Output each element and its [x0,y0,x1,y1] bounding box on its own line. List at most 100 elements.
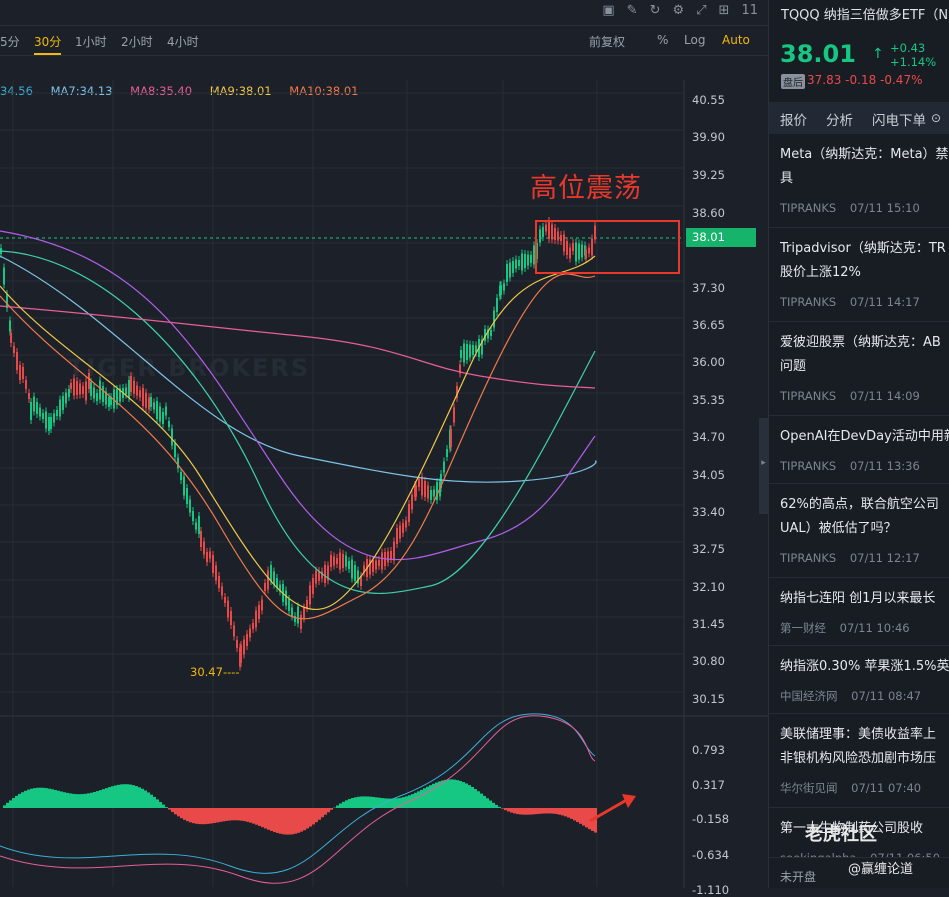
macd-bar [579,808,582,824]
macd-bar [45,788,48,808]
tab-analysis[interactable]: 分析 [826,109,853,129]
candle-body [415,486,417,497]
candle-body [396,528,398,544]
macd-bar [345,800,348,808]
macd-bar [63,792,66,808]
macd-bar [192,808,195,823]
candlestick-chart[interactable] [0,56,768,888]
macd-bar [33,788,36,808]
chart-icon[interactable]: ▣ [602,3,614,18]
candle-body [162,412,164,424]
candle-body [411,495,413,510]
macd-bar [36,788,39,808]
toolbar-count[interactable]: 11 [741,3,758,18]
macd-bar [474,789,477,808]
macd-bar [582,808,585,826]
candle-body [443,462,445,473]
news-item[interactable]: 纳指涨0.30% 苹果涨1.5%英中国经济网 07/11 08:47 [769,646,949,714]
macd-bar [198,808,201,824]
chart-pane[interactable]: ▣ ✎ ↻ ⚙ ⤢ ⊞ 11 5分 30分 1小时 2小时 4小时 前复权 % … [0,0,768,888]
macd-bar [18,794,21,808]
candle-body [159,407,161,422]
period-5m[interactable]: 5分 [0,33,20,50]
macd-bar [102,789,105,808]
macd-bar [27,790,30,808]
layout-icon[interactable]: ⊞ [719,3,730,18]
macd-bar [105,788,108,808]
percent-toggle[interactable]: % [657,33,668,47]
news-item[interactable]: 纳指七连阳 创1月以来最长第一财经 07/11 10:46 [769,578,949,646]
macd-bar [228,808,231,821]
macd-bar [144,790,147,808]
macd-bar [84,794,87,808]
fullscreen-icon[interactable]: ⤢ [696,3,706,18]
candle-body [142,388,144,406]
news-item[interactable]: Tripadvisor（纳斯达克：TR 股价上涨12%TIPRANKS 07/1… [769,228,949,322]
log-toggle[interactable]: Log [684,33,705,47]
news-title: Meta（纳斯达克：Meta）禁 具 [780,134,949,191]
candle-body [270,565,272,581]
candle-body [530,255,532,263]
candle-body [148,398,150,410]
news-item[interactable]: 美联储理事：美债收益率上 非银机构风险恐加剧市场压华尔街见闻 07/11 07:… [769,714,949,808]
draw-icon[interactable]: ✎ [627,3,638,18]
candle-body [493,311,495,328]
macd-bar [114,785,117,808]
moving-average-line [0,256,595,609]
settings-icon[interactable]: ⚙ [672,3,684,18]
adjust-select[interactable]: 前复权 [589,33,625,50]
macd-bar [540,808,543,814]
period-2h[interactable]: 2小时 [121,33,153,50]
macd-bar [321,808,324,817]
macd-bar [6,803,9,808]
tab-quick-order[interactable]: 闪电下单 [872,109,926,129]
candle-body [378,560,380,566]
macd-bar [282,808,285,834]
news-meta: 华尔街见闻 07/11 07:40 [780,771,949,797]
candle-body [288,599,290,611]
auto-toggle[interactable]: Auto [722,33,750,47]
price-tick: 36.65 [692,318,725,332]
candle-body [90,382,92,396]
candle-body [351,560,353,579]
macd-bar [30,789,33,808]
more-icon[interactable]: ⊙ [931,111,941,125]
news-item[interactable]: 爱彼迎股票（纳斯达克：AB 问题TIPRANKS 07/11 14:09 [769,322,949,416]
candle-body [460,350,462,358]
candle-body [28,393,30,399]
candle-body [50,417,52,429]
macd-bar [3,805,6,808]
candle-body [285,591,287,606]
price-tick: 37.30 [692,281,725,295]
candle-body [10,333,12,343]
collapse-handle[interactable]: ▸ [759,418,768,514]
tab-quote[interactable]: 报价 [780,109,807,129]
candle-body [518,260,520,266]
news-title: 美联储理事：美债收益率上 非银机构风险恐加剧市场压 [780,714,949,771]
macd-bar [207,808,210,824]
macd-bar [531,808,534,814]
candle-body [189,500,191,513]
macd-bar [519,808,522,814]
period-1h[interactable]: 1小时 [75,33,107,50]
macd-bar [498,807,501,808]
macd-bar [573,808,576,820]
macd-axis: 0.7930.317-0.158-0.634-1.110 [684,718,768,888]
candle-body [243,640,245,655]
candle-body [342,554,344,568]
period-4h[interactable]: 4小时 [167,33,199,50]
macd-bar [450,779,453,808]
candle-body [171,429,173,446]
macd-bar [294,808,297,834]
candle-body [469,345,471,358]
macd-bar [138,787,141,808]
macd-bar [429,785,432,808]
macd-bar [189,808,192,822]
macd-bar [588,808,591,829]
news-item[interactable]: 62%的高点，联合航空公司 UAL）被低估了吗？TIPRANKS 07/11 1… [769,484,949,578]
macd-bar [453,780,456,808]
refresh-icon[interactable]: ↻ [650,3,661,18]
period-30m[interactable]: 30分 [34,33,61,55]
news-item[interactable]: OpenAI在DevDay活动中用新TIPRANKS 07/11 13:36 [769,416,949,484]
news-item[interactable]: Meta（纳斯达克：Meta）禁 具TIPRANKS 07/11 15:10 [769,134,949,228]
